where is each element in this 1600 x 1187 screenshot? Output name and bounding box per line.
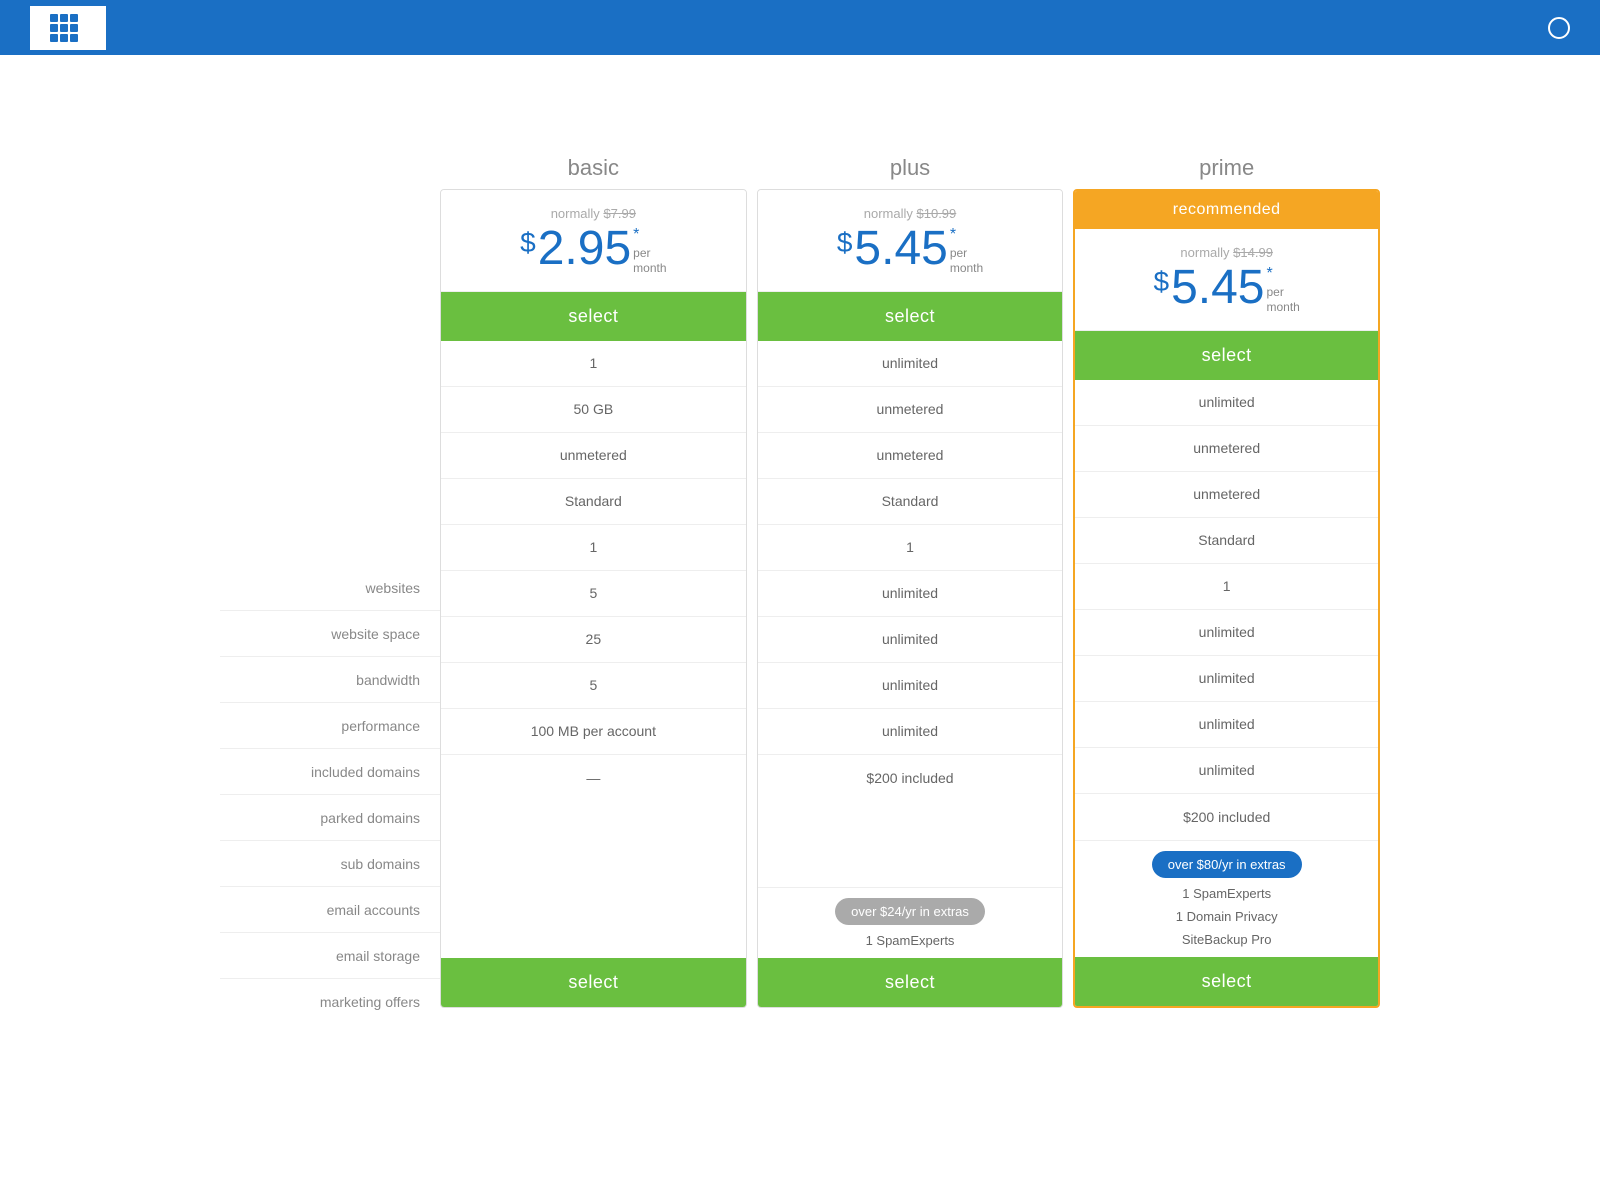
plan-header-plus: plus <box>757 145 1064 189</box>
feature-cell-prime-0: unlimited <box>1075 380 1378 426</box>
plan-box-plus: normally $10.99$5.45*permonthselectunlim… <box>757 189 1064 1008</box>
extras-badge-prime: over $80/yr in extras <box>1152 851 1302 878</box>
plan-normally-basic: normally $7.99 <box>451 206 736 221</box>
plan-features-prime: unlimitedunmeteredunmeteredStandard1unli… <box>1075 380 1378 840</box>
plan-box-basic: normally $7.99$2.95*permonthselect150 GB… <box>440 189 747 1008</box>
plan-box-prime: recommended normally $14.99 $5.45*permonth… <box>1073 189 1380 1008</box>
extras-item-prime-2: SiteBackup Pro <box>1182 932 1272 947</box>
plan-pricing-prime: normally $14.99 $5.45*permonth <box>1075 229 1378 331</box>
recommended-badge: recommended <box>1075 191 1378 229</box>
feature-cell-prime-8: unlimited <box>1075 748 1378 794</box>
plan-features-basic: 150 GBunmeteredStandard15255100 MB per a… <box>441 341 746 948</box>
feature-labels-column: websiteswebsite spacebandwidthperformanc… <box>220 145 440 1025</box>
feature-cell-basic-9: — <box>441 755 746 801</box>
feature-cell-basic-6: 25 <box>441 617 746 663</box>
feature-label-website-space: website space <box>220 611 440 657</box>
dollar-sign-plus: $ <box>837 229 853 257</box>
plan-col-basic: basicnormally $7.99$2.95*permonthselect1… <box>440 145 747 1008</box>
feature-label-email-accounts: email accounts <box>220 887 440 933</box>
feature-cell-prime-1: unmetered <box>1075 426 1378 472</box>
logo-grid-icon <box>50 14 78 42</box>
feature-cell-prime-3: Standard <box>1075 518 1378 564</box>
feature-cell-plus-8: unlimited <box>758 709 1063 755</box>
plan-col-prime: primerecommended normally $14.99 $5.45*per… <box>1073 145 1380 1008</box>
feature-cell-basic-5: 5 <box>441 571 746 617</box>
plan-col-plus: plusnormally $10.99$5.45*permonthselectu… <box>757 145 1064 1008</box>
feature-label-performance: performance <box>220 703 440 749</box>
feature-cell-basic-2: unmetered <box>441 433 746 479</box>
feature-cell-basic-3: Standard <box>441 479 746 525</box>
extras-badge-plus: over $24/yr in extras <box>835 898 985 925</box>
feature-cell-plus-9: $200 included <box>758 755 1063 801</box>
feature-cell-prime-6: unlimited <box>1075 656 1378 702</box>
plan-name-prime: prime <box>1073 145 1380 189</box>
price-suffix-basic: *permonth <box>633 225 666 281</box>
feature-cell-plus-6: unlimited <box>758 617 1063 663</box>
plan-name-plus: plus <box>757 145 1064 189</box>
feature-cell-prime-2: unmetered <box>1075 472 1378 518</box>
extras-item-prime-0: 1 SpamExperts <box>1182 886 1271 901</box>
plan-normally-plus: normally $10.99 <box>768 206 1053 221</box>
plan-features-plus: unlimitedunmeteredunmeteredStandard1unli… <box>758 341 1063 887</box>
logo-area <box>30 6 106 50</box>
feature-cell-prime-7: unlimited <box>1075 702 1378 748</box>
feature-cell-basic-8: 100 MB per account <box>441 709 746 755</box>
feature-cell-basic-7: 5 <box>441 663 746 709</box>
feature-label-sub-domains: sub domains <box>220 841 440 887</box>
plan-price-row-prime: $5.45*permonth <box>1085 264 1368 320</box>
feature-label-marketing-offers: marketing offers <box>220 979 440 1025</box>
extras-item-plus-0: 1 SpamExperts <box>866 933 955 948</box>
plan-price-row-basic: $2.95*permonth <box>451 225 736 281</box>
feature-cell-plus-0: unlimited <box>758 341 1063 387</box>
main-content: websiteswebsite spacebandwidthperformanc… <box>200 55 1400 1085</box>
feature-label-websites: websites <box>220 565 440 611</box>
feature-cell-prime-9: $200 included <box>1075 794 1378 840</box>
feature-cell-basic-0: 1 <box>441 341 746 387</box>
select-button-bottom-basic[interactable]: select <box>441 958 746 1007</box>
feature-cell-basic-1: 50 GB <box>441 387 746 433</box>
plan-header-prime: prime <box>1073 145 1380 189</box>
dollar-sign-basic: $ <box>520 229 536 257</box>
select-button-top-plus[interactable]: select <box>758 292 1063 341</box>
plan-normally-prime: normally $14.99 <box>1085 245 1368 260</box>
plans-columns: basicnormally $7.99$2.95*permonthselect1… <box>440 145 1380 1008</box>
select-button-bottom-plus[interactable]: select <box>758 958 1063 1007</box>
price-suffix-prime: *permonth <box>1267 264 1300 320</box>
feature-label-bandwidth: bandwidth <box>220 657 440 703</box>
feature-cell-prime-4: 1 <box>1075 564 1378 610</box>
select-button-top-prime[interactable]: select <box>1075 331 1378 380</box>
price-suffix-plus: *permonth <box>950 225 983 281</box>
feature-cell-prime-5: unlimited <box>1075 610 1378 656</box>
feature-cell-plus-1: unmetered <box>758 387 1063 433</box>
feature-cell-plus-5: unlimited <box>758 571 1063 617</box>
plan-price-row-plus: $5.45*permonth <box>768 225 1053 281</box>
feature-cell-plus-4: 1 <box>758 525 1063 571</box>
plan-extras-plus: over $24/yr in extras 1 SpamExperts <box>758 887 1063 948</box>
chat-bubble-icon <box>1548 17 1570 39</box>
feature-cell-plus-7: unlimited <box>758 663 1063 709</box>
plan-header-basic: basic <box>440 145 747 189</box>
select-button-bottom-prime[interactable]: select <box>1075 957 1378 1006</box>
plan-name-basic: basic <box>440 145 747 189</box>
dollar-sign-prime: $ <box>1154 268 1170 296</box>
plan-pricing-basic: normally $7.99 $2.95*permonth <box>441 190 746 292</box>
price-amount-plus: 5.45 <box>854 225 947 273</box>
feature-label-email-storage: email storage <box>220 933 440 979</box>
feature-label-parked-domains: parked domains <box>220 795 440 841</box>
price-amount-prime: 5.45 <box>1171 264 1264 312</box>
chat-button[interactable] <box>1542 17 1570 39</box>
extras-item-prime-1: 1 Domain Privacy <box>1176 909 1278 924</box>
feature-cell-plus-3: Standard <box>758 479 1063 525</box>
feature-cell-basic-4: 1 <box>441 525 746 571</box>
site-header <box>0 0 1600 55</box>
plan-pricing-plus: normally $10.99 $5.45*permonth <box>758 190 1063 292</box>
select-button-top-basic[interactable]: select <box>441 292 746 341</box>
feature-label-included-domains: included domains <box>220 749 440 795</box>
plans-wrapper: websiteswebsite spacebandwidthperformanc… <box>220 145 1380 1025</box>
feature-cell-plus-2: unmetered <box>758 433 1063 479</box>
price-amount-basic: 2.95 <box>538 225 631 273</box>
plan-extras-prime: over $80/yr in extras 1 SpamExperts 1 Doma… <box>1075 840 1378 947</box>
